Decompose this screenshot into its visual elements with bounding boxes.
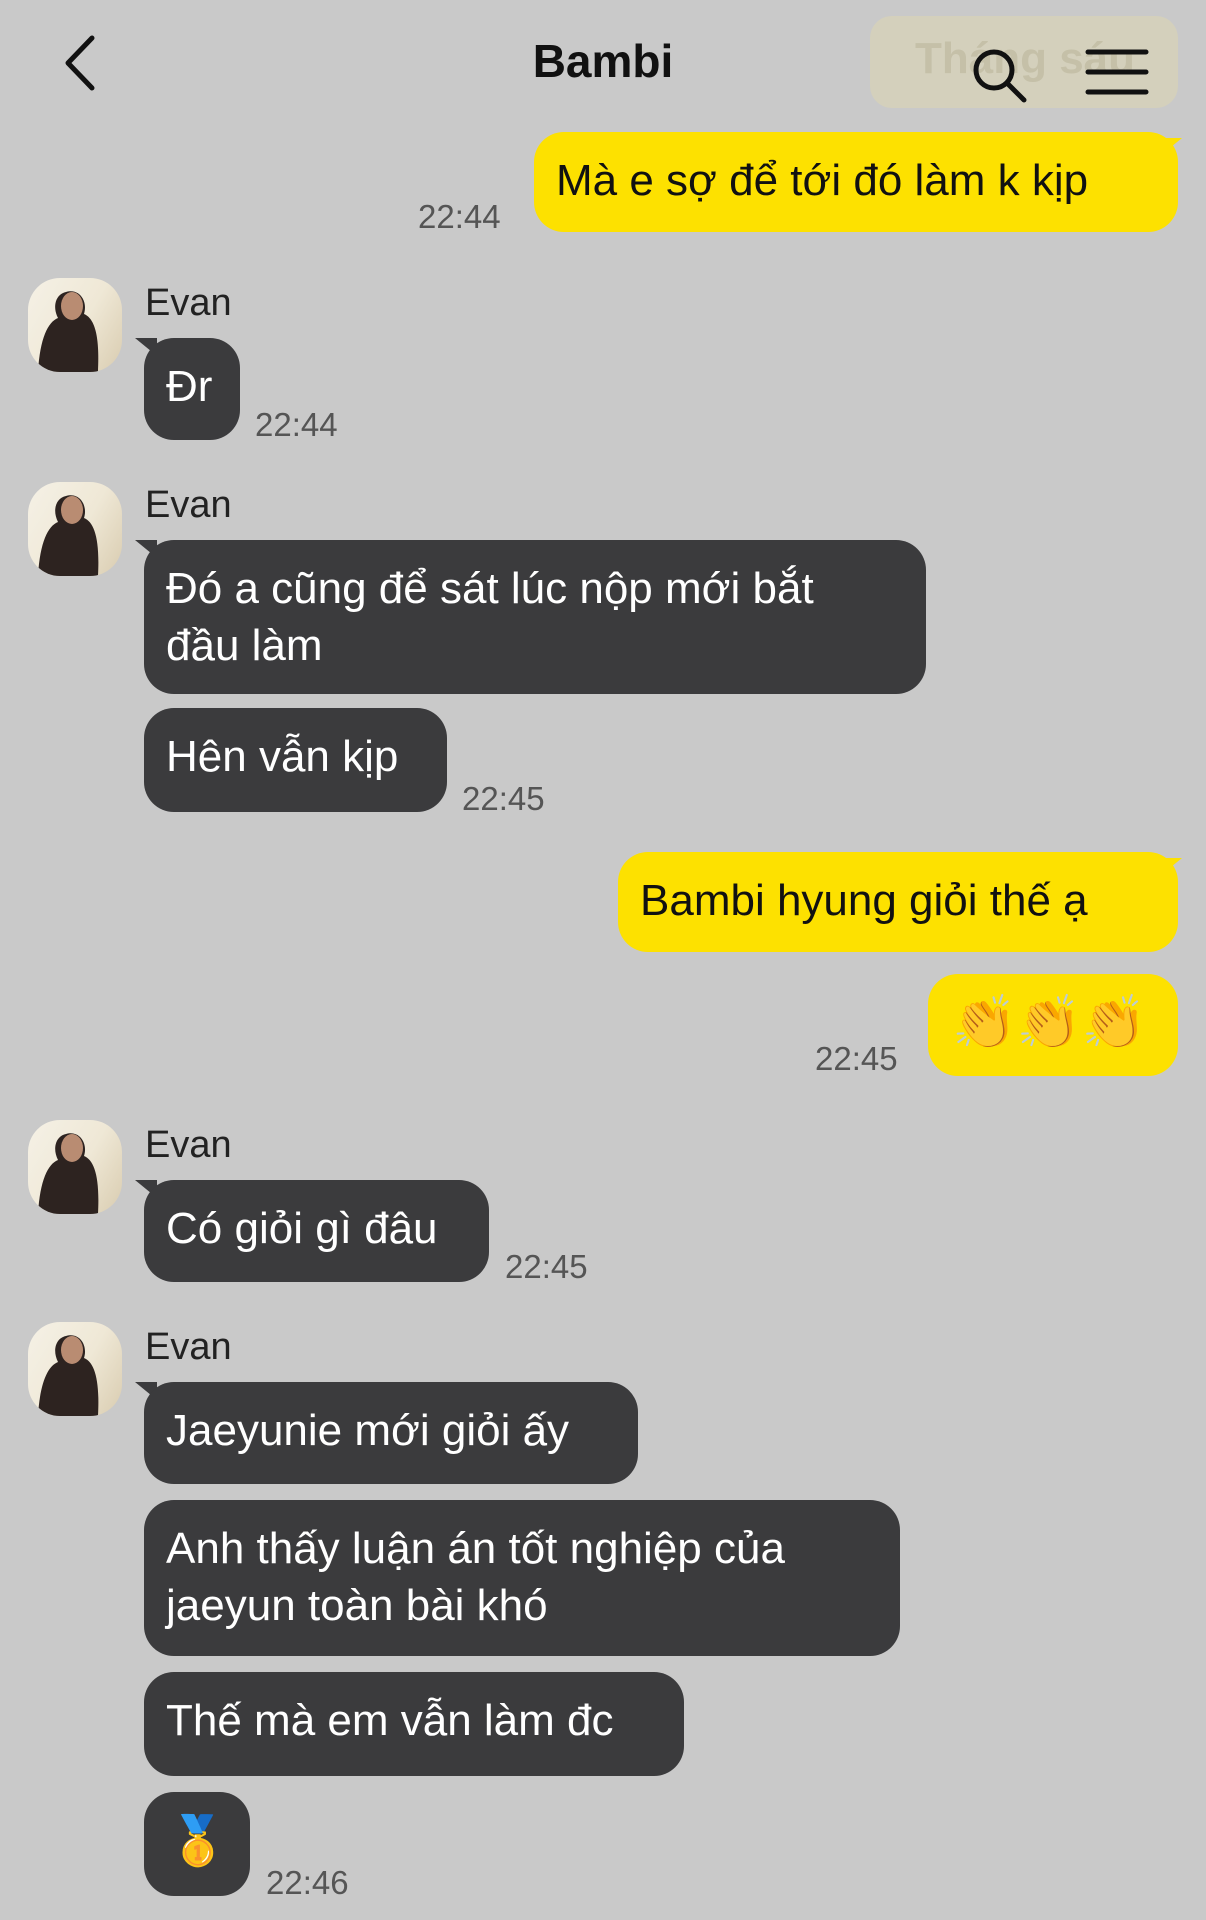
message-text: Có giỏi gì đâu (166, 1204, 438, 1253)
message-time: 22:45 (815, 1040, 898, 1077)
received-message-bubble[interactable]: Hên vẫn kịp (144, 708, 447, 812)
received-emoji-bubble[interactable]: 🥇 (144, 1792, 250, 1896)
message-text: Hên vẫn kịp (166, 732, 399, 781)
message-time: 22:44 (255, 406, 338, 443)
received-message-bubble[interactable]: Thế mà em vẫn làm đc (144, 1672, 684, 1776)
medal-icon: 🥇 (168, 1815, 228, 1868)
bubble-tail (1160, 858, 1182, 876)
message-text: Mà e sợ để tới đó làm k kịp (556, 156, 1089, 205)
message-text-line2: đầu làm (166, 621, 323, 670)
clapping-hands-icon: 👏👏👏 (952, 994, 1147, 1052)
avatar[interactable] (28, 1120, 122, 1214)
sender-name: Evan (145, 1124, 232, 1166)
my-emoji-bubble[interactable]: 👏👏👏 (928, 974, 1178, 1076)
sender-name: Evan (145, 282, 232, 324)
bubble-tail (1160, 138, 1182, 156)
received-message-bubble[interactable]: Đr (144, 338, 240, 440)
message-text: Đó a cũng để sát lúc nộp mới bắt (166, 564, 814, 613)
message-text: Anh thấy luận án tốt nghiệp của (166, 1524, 785, 1573)
avatar[interactable] (28, 1322, 122, 1416)
message-time: 22:45 (462, 780, 545, 817)
message-time: 22:46 (266, 1864, 349, 1901)
my-message-bubble[interactable]: Bambi hyung giỏi thế ạ (618, 852, 1178, 952)
message-text-line2: jaeyun toàn bài khó (166, 1581, 548, 1630)
menu-icon[interactable] (1084, 46, 1150, 98)
received-message-bubble[interactable]: Có giỏi gì đâu (144, 1180, 489, 1282)
received-message-bubble[interactable]: Jaeyunie mới giỏi ấy (144, 1382, 638, 1484)
message-text: Jaeyunie mới giỏi ấy (166, 1406, 570, 1455)
message-time: 22:44 (418, 198, 501, 235)
sender-name: Evan (145, 1326, 232, 1368)
avatar[interactable] (28, 482, 122, 576)
sender-name: Evan (145, 484, 232, 526)
message-time: 22:45 (505, 1248, 588, 1285)
received-message-bubble[interactable]: Đó a cũng để sát lúc nộp mới bắt đầu làm (144, 540, 926, 694)
message-text: Thế mà em vẫn làm đc (166, 1696, 614, 1745)
my-message-bubble[interactable]: Mà e sợ để tới đó làm k kịp (534, 132, 1178, 232)
received-message-bubble[interactable]: Anh thấy luận án tốt nghiệp của jaeyun t… (144, 1500, 900, 1656)
message-text: Đr (166, 362, 213, 411)
message-text: Bambi hyung giỏi thế ạ (640, 876, 1088, 925)
search-icon[interactable] (968, 44, 1032, 108)
avatar[interactable] (28, 278, 122, 372)
